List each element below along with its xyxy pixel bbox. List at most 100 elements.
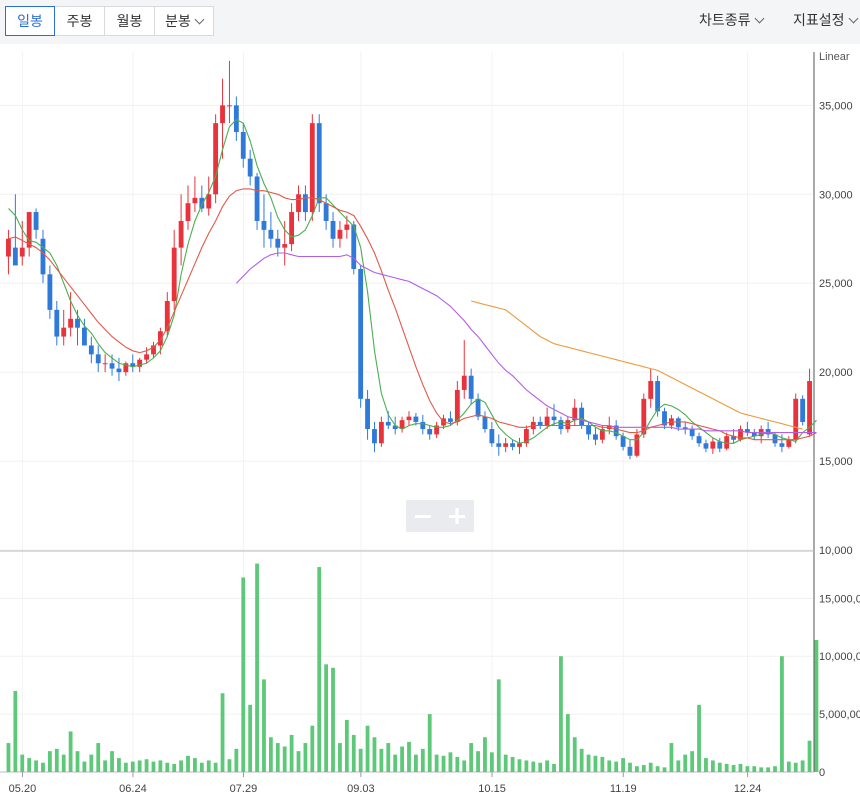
volume-bar [324,664,329,772]
candle-body [26,212,32,248]
volume-bar [476,751,480,772]
volume-bar [469,743,474,772]
volume-bar [648,762,653,772]
candle-body [213,123,219,195]
volume-tick-label: 0 [819,767,825,779]
candle-body [344,224,350,230]
volume-bar [531,761,536,772]
date-tick-label: 05.20 [9,783,37,795]
volume-bar [800,760,805,772]
volume-bar [517,759,522,772]
volume-bar [379,748,384,772]
candle-body [116,368,122,373]
candle-body [275,238,281,248]
candle-body [192,197,198,204]
volume-bar [199,762,204,772]
candle-body [468,375,474,399]
price-tick-label: 30,000 [819,189,853,201]
volume-bar [344,719,349,772]
candle-body [268,229,274,239]
volume-bar [814,640,819,772]
volume-bar [27,758,32,772]
candle-body [240,132,246,159]
volume-bar [289,734,294,772]
volume-bar [75,751,80,772]
candle-body [178,220,184,248]
candle-body [807,381,812,435]
volume-bar [579,748,584,772]
candle-body [475,398,481,417]
zoom-in-button[interactable] [440,500,474,532]
zoom-out-button[interactable] [406,500,440,532]
volume-bar [717,762,722,772]
volume-bar [538,762,543,772]
volume-bar [724,763,729,772]
candle-body [565,420,571,430]
volume-bar [68,731,73,772]
candle-body [261,220,267,230]
candle-body [648,381,654,399]
volume-bar [704,758,708,772]
volume-bar [593,755,598,772]
volume-bar [669,743,674,772]
volume-bar [248,704,253,772]
volume-bar [641,765,646,772]
volume-bar [773,766,777,772]
volume-bar [759,767,764,772]
candle-body [800,398,806,422]
volume-bar [780,656,784,772]
volume-bar [358,748,363,772]
volume-bar [255,563,259,772]
volume-bar [268,737,273,772]
candle-body [88,345,94,355]
volume-bar [420,748,425,772]
volume-bar [6,743,11,772]
zoom-controls [406,500,474,532]
candle-body [544,416,550,426]
volume-bar [296,751,301,772]
candle-body [779,443,785,447]
candle-body [61,327,67,337]
volume-bar [400,746,404,772]
candle-body [378,421,384,444]
volume-bar [82,761,87,772]
candle-body [282,244,288,248]
candle-body [372,429,377,444]
date-tick-label: 12.24 [734,783,762,795]
candle-body [551,416,557,421]
price-tick-label: 20,000 [819,367,853,379]
candle-body [689,429,695,437]
candle-body [420,421,426,430]
candle-body [627,446,633,456]
candle-body [296,194,301,213]
volume-bar [634,766,639,772]
volume-bar [483,737,487,772]
candle-body [323,203,329,221]
volume-bar [496,679,501,772]
volume-bar [13,690,18,772]
candle-body [703,443,709,449]
volume-bar [351,734,356,772]
volume-bar [365,725,370,772]
volume-bar [117,758,121,772]
volume-bar [20,754,25,772]
volume-bar [206,760,211,772]
candle-body [710,441,716,449]
volume-bar [234,748,239,772]
candle-body [316,123,322,204]
volume-bar [331,667,335,772]
volume-bar [614,761,619,772]
stock-chart[interactable]: 10,000 15,000 20,000 25,000 30,000 35,000 0 5,0… [0,0,860,799]
candle-body [461,375,467,390]
candle-body [793,398,799,440]
chart-background [0,44,860,799]
volume-bar [662,767,667,772]
candle-body [579,407,585,426]
volume-bar [386,743,391,772]
candle-body [302,194,308,213]
candle-body [620,436,626,447]
candle-body [586,425,591,435]
candle-body [365,398,370,430]
volume-bar [600,756,605,772]
candle-body [47,274,53,310]
